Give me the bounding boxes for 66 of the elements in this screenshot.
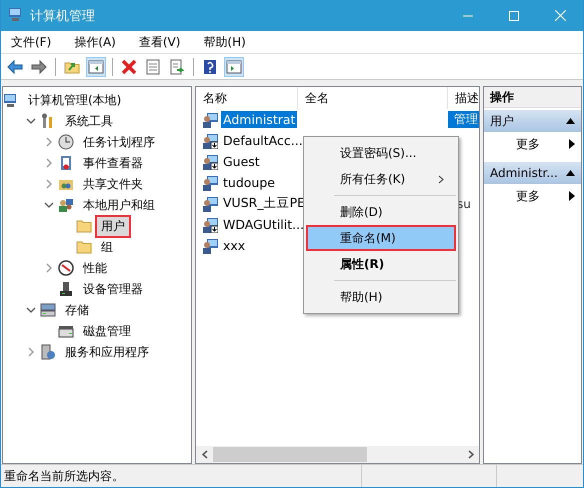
tree-item[interactable]: 设备管理器 — [77, 278, 149, 300]
tree-item[interactable]: 存储 — [59, 298, 95, 322]
menu-item[interactable]: 帮助(H) — [306, 284, 456, 310]
column-header[interactable]: 名称 — [196, 87, 298, 109]
delete-icon — [121, 58, 137, 74]
tree-item[interactable]: 事件查看器 — [77, 152, 149, 174]
menu-item[interactable]: 重命名(M) — [306, 225, 456, 251]
tree-item[interactable]: 计算机管理(本地) — [22, 88, 128, 112]
menu-item[interactable]: 查看(V) — [132, 34, 188, 50]
submenu-triangle-icon — [569, 139, 575, 149]
scroll-right-icon[interactable] — [468, 450, 474, 459]
menu-item[interactable]: 删除(D) — [306, 199, 456, 225]
tree-item[interactable]: 本地用户和组 — [77, 194, 161, 216]
menu-item[interactable]: 所有任务(K) — [306, 166, 456, 192]
table-cell: 管理 — [448, 111, 479, 128]
user-name[interactable]: Administrat — [221, 111, 298, 128]
user-name[interactable]: xxx — [221, 237, 248, 254]
menu-item[interactable]: 操作(A) — [67, 34, 123, 50]
console-tree-icon — [88, 58, 104, 74]
tree-node-icon — [3, 92, 19, 108]
collapse-triangle-icon — [566, 118, 575, 124]
actions-section-header[interactable]: 用户 — [484, 110, 581, 132]
tree-node-icon — [58, 134, 74, 150]
tree-node-icon — [58, 323, 74, 339]
computer-management-icon — [8, 6, 24, 22]
tree-node-icon — [58, 197, 74, 213]
folder-icon — [76, 218, 92, 234]
tree-item[interactable]: 性能 — [77, 256, 113, 280]
menu-item[interactable]: 帮助(H) — [196, 34, 253, 50]
horizontal-scrollbar[interactable] — [196, 446, 479, 463]
tree-item[interactable]: 用户 — [95, 214, 131, 238]
action-link[interactable]: 更多 — [484, 132, 581, 156]
tree-item[interactable]: 任务计划程序 — [77, 130, 161, 154]
tree-node-icon — [40, 302, 56, 318]
menu-item[interactable]: 文件(F) — [4, 34, 58, 50]
menu-item[interactable]: 设置密码(S)... — [306, 140, 456, 166]
action-pane-icon — [226, 58, 242, 74]
tree-node-icon — [58, 155, 74, 171]
tree-item[interactable]: 共享文件夹 — [77, 172, 149, 196]
minimize-icon — [463, 14, 473, 16]
tree-item[interactable]: 磁盘管理 — [77, 320, 137, 342]
export-list-icon — [169, 58, 185, 74]
folder-icon — [76, 239, 92, 255]
tree-node-icon — [40, 344, 56, 360]
actions-section-header[interactable]: Administr... — [484, 162, 581, 184]
tree-item[interactable]: 服务和应用程序 — [59, 340, 155, 364]
actions-header: 操作 — [484, 87, 581, 108]
tree-node-icon — [58, 281, 74, 297]
tree-item[interactable]: 组 — [95, 236, 119, 258]
collapse-triangle-icon — [566, 170, 575, 176]
menu-item[interactable]: 属性(R) — [306, 251, 456, 277]
help-icon — [202, 58, 218, 74]
window-title: 计算机管理 — [30, 8, 96, 24]
column-header[interactable]: 全名 — [298, 87, 448, 109]
tree-node-icon — [58, 260, 74, 276]
submenu-triangle-icon — [569, 191, 575, 201]
forward-arrow-icon — [31, 58, 47, 74]
close-icon — [554, 10, 566, 21]
tree-item[interactable]: 系统工具 — [59, 110, 119, 132]
status-text: 重命名当前所选内容。 — [3, 468, 125, 484]
user-name[interactable]: tudoupe — [221, 174, 277, 191]
action-link[interactable]: 更多 — [484, 184, 581, 208]
maximize-icon — [509, 10, 519, 20]
scroll-left-icon[interactable] — [202, 450, 208, 459]
back-arrow-icon — [7, 58, 23, 74]
properties-icon — [145, 58, 161, 74]
